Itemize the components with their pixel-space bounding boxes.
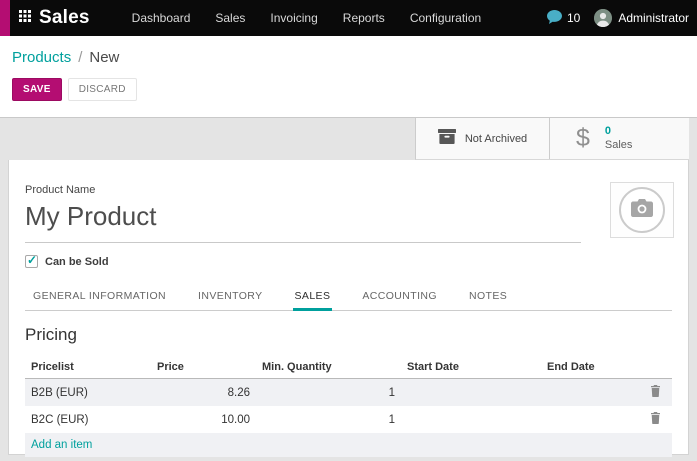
- tab-notes[interactable]: NOTES: [467, 284, 509, 311]
- pricelist-row-b2c[interactable]: B2C (EUR) 10.00 1: [25, 406, 672, 433]
- col-header-end-date[interactable]: End Date: [541, 356, 638, 379]
- form-view: Not Archived $ 0 Sales Product Name: [0, 117, 697, 461]
- image-circle: [619, 187, 665, 233]
- product-name-label: Product Name: [25, 184, 672, 196]
- sales-count: 0: [605, 125, 633, 139]
- col-header-min-quantity[interactable]: Min. Quantity: [256, 356, 401, 379]
- notebook-tabs: GENERAL INFORMATION INVENTORY SALES ACCO…: [25, 284, 672, 311]
- trash-icon: [650, 388, 661, 400]
- topbar-right: 10 Administrator: [547, 9, 689, 27]
- control-panel: Products / New SAVE DISCARD: [0, 36, 697, 117]
- stat-button-sales[interactable]: $ 0 Sales: [550, 118, 689, 159]
- cell-end-date[interactable]: [541, 406, 638, 433]
- sales-stat-label: Sales: [605, 139, 633, 153]
- avatar: [594, 9, 612, 27]
- speech-bubble-icon: [547, 10, 562, 27]
- breadcrumb-separator: /: [78, 49, 82, 66]
- archived-label: Not Archived: [465, 133, 527, 145]
- dollar-icon: $: [576, 126, 590, 151]
- user-menu[interactable]: Administrator: [594, 9, 689, 27]
- product-name-input[interactable]: [25, 199, 581, 243]
- breadcrumb-link-products[interactable]: Products: [12, 49, 71, 66]
- can-be-sold-label: Can be Sold: [45, 256, 109, 268]
- add-item-row: Add an item: [25, 433, 672, 457]
- menu-item-dashboard[interactable]: Dashboard: [132, 11, 191, 25]
- user-name: Administrator: [618, 11, 689, 25]
- product-image-placeholder[interactable]: [610, 182, 674, 238]
- cell-pricelist[interactable]: B2C (EUR): [25, 406, 151, 433]
- pricelist-row-b2b[interactable]: B2B (EUR) 8.26 1: [25, 379, 672, 407]
- col-header-delete: [638, 356, 672, 379]
- form-sheet: Product Name Can be Sold GENERAL INFORMA…: [8, 160, 689, 455]
- cell-start-date[interactable]: [401, 406, 541, 433]
- cell-price[interactable]: 8.26: [151, 379, 256, 407]
- delete-row-button[interactable]: [638, 406, 672, 433]
- menu-item-configuration[interactable]: Configuration: [410, 11, 481, 25]
- odoo-sales-app: Sales Dashboard Sales Invoicing Reports …: [0, 0, 697, 461]
- tab-general-information[interactable]: GENERAL INFORMATION: [31, 284, 168, 311]
- menu-item-invoicing[interactable]: Invoicing: [270, 11, 317, 25]
- col-header-price[interactable]: Price: [151, 356, 256, 379]
- menu-item-reports[interactable]: Reports: [343, 11, 385, 25]
- cell-pricelist[interactable]: B2B (EUR): [25, 379, 151, 407]
- pricing-section-title: Pricing: [25, 325, 672, 345]
- stat-button-box: Not Archived $ 0 Sales: [415, 118, 689, 160]
- breadcrumb: Products / New: [12, 49, 685, 66]
- tab-sales[interactable]: SALES: [293, 284, 333, 311]
- messages-count: 10: [567, 11, 580, 25]
- tab-inventory[interactable]: INVENTORY: [196, 284, 264, 311]
- pricing-table: Pricelist Price Min. Quantity Start Date…: [25, 356, 672, 457]
- apps-grid-icon: [19, 9, 31, 27]
- stat-button-archived[interactable]: Not Archived: [416, 118, 550, 159]
- cell-end-date[interactable]: [541, 379, 638, 407]
- camera-icon: [631, 199, 653, 222]
- cell-start-date[interactable]: [401, 379, 541, 407]
- cell-min-quantity[interactable]: 1: [256, 379, 401, 407]
- tab-accounting[interactable]: ACCOUNTING: [360, 284, 439, 311]
- can-be-sold-checkbox[interactable]: [25, 255, 38, 268]
- col-header-pricelist[interactable]: Pricelist: [25, 356, 151, 379]
- cell-min-quantity[interactable]: 1: [256, 406, 401, 433]
- can-be-sold-field: Can be Sold: [25, 255, 672, 268]
- breadcrumb-current: New: [89, 49, 119, 66]
- save-button[interactable]: SAVE: [12, 78, 62, 101]
- delete-row-button[interactable]: [638, 379, 672, 407]
- messages-button[interactable]: 10: [547, 10, 580, 27]
- col-header-start-date[interactable]: Start Date: [401, 356, 541, 379]
- pricing-table-header-row: Pricelist Price Min. Quantity Start Date…: [25, 356, 672, 379]
- brand-accent-strip: [0, 0, 10, 36]
- top-bar: Sales Dashboard Sales Invoicing Reports …: [0, 0, 697, 36]
- cell-price[interactable]: 10.00: [151, 406, 256, 433]
- trash-icon: [650, 415, 661, 427]
- top-menu: Dashboard Sales Invoicing Reports Config…: [132, 11, 482, 25]
- app-title: Sales: [39, 7, 90, 29]
- sales-stat: 0 Sales: [605, 125, 633, 153]
- action-buttons: SAVE DISCARD: [12, 78, 685, 101]
- add-item-link[interactable]: Add an item: [31, 439, 92, 451]
- archive-box-icon: [438, 129, 456, 149]
- discard-button[interactable]: DISCARD: [68, 78, 137, 101]
- menu-item-sales[interactable]: Sales: [215, 11, 245, 25]
- apps-menu-button[interactable]: [19, 9, 31, 27]
